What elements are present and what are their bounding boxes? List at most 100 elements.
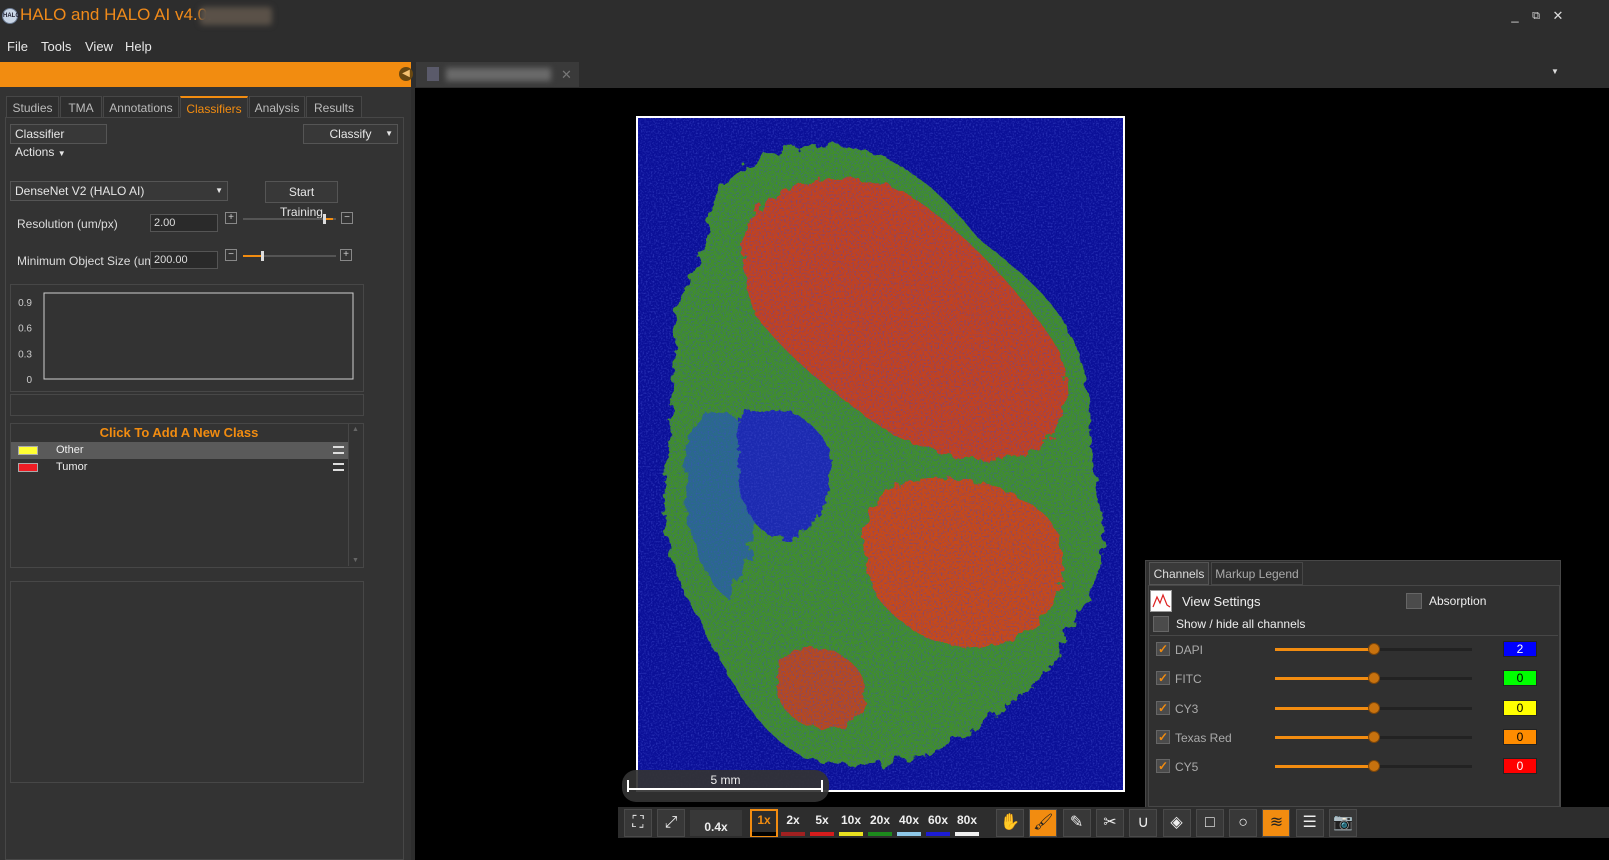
- channel-name: FITC: [1175, 672, 1202, 687]
- channel-checkbox[interactable]: ✓: [1156, 642, 1170, 656]
- drag-handle-icon[interactable]: [333, 446, 344, 454]
- channel-slider-handle[interactable]: [1368, 701, 1380, 714]
- channel-slider-fill: [1275, 765, 1374, 769]
- panel-header-bar: [0, 62, 411, 87]
- zoom-preset-60x[interactable]: 60x: [924, 813, 952, 827]
- tab-analysis[interactable]: Analysis: [249, 96, 305, 118]
- y-tick-label: 0.3: [18, 349, 32, 360]
- channel-name: Texas Red: [1175, 730, 1232, 745]
- channel-checkbox[interactable]: ✓: [1156, 671, 1170, 686]
- close-button[interactable]: ✕: [1547, 6, 1569, 26]
- class-name: Tumor: [56, 461, 88, 473]
- tissue-slide-image[interactable]: [636, 116, 1125, 792]
- min-object-slider-handle[interactable]: [261, 251, 264, 261]
- brush-icon[interactable]: 🖌: [1029, 809, 1058, 837]
- scroll-down-icon[interactable]: ▼: [352, 557, 359, 564]
- collapse-panel-icon[interactable]: ◀: [399, 67, 413, 81]
- close-tab-icon[interactable]: ✕: [561, 67, 572, 83]
- rectangle-icon[interactable]: □: [1195, 809, 1224, 837]
- channel-value-field[interactable]: 2: [1503, 641, 1537, 657]
- class-color-swatch[interactable]: [18, 463, 38, 472]
- zoom-preset-80x[interactable]: 80x: [953, 813, 981, 827]
- layers-icon[interactable]: ≋: [1262, 809, 1291, 837]
- circle-icon[interactable]: ○: [1229, 809, 1258, 837]
- chevron-down-icon: ▼: [385, 129, 393, 138]
- fit-screen-icon[interactable]: ⛶: [624, 809, 652, 837]
- class-color-swatch[interactable]: [18, 446, 38, 455]
- classify-dropdown[interactable]: Classify ▼: [303, 124, 398, 144]
- tab-markup-legend[interactable]: Markup Legend: [1211, 562, 1303, 585]
- min-object-slider-fill: [243, 255, 262, 257]
- tab-annotations[interactable]: Annotations: [103, 96, 179, 118]
- fullscreen-icon[interactable]: ⤢: [657, 809, 685, 837]
- classify-label: Classify: [329, 127, 372, 141]
- zoom-preset-10x[interactable]: 10x: [837, 813, 865, 827]
- class-list-scrollbar[interactable]: ▲ ▼: [348, 424, 363, 566]
- channel-checkbox[interactable]: ✓: [1156, 700, 1170, 715]
- magnet-icon[interactable]: ∪: [1129, 809, 1158, 837]
- channel-checkbox[interactable]: ✓: [1156, 759, 1170, 774]
- zoom-preset-color-bar: [868, 832, 892, 836]
- zoom-preset-40x[interactable]: 40x: [895, 813, 923, 827]
- zoom-level-display[interactable]: 0.4x: [690, 810, 742, 836]
- network-select[interactable]: DenseNet V2 (HALO AI) ▼: [10, 181, 228, 201]
- channel-name: CY5: [1175, 760, 1199, 775]
- redacted-version: [200, 7, 272, 25]
- halo-logo-icon: HALO: [2, 8, 20, 24]
- view-settings-label[interactable]: View Settings: [1182, 594, 1261, 609]
- min-object-minus-button[interactable]: −: [225, 249, 237, 261]
- chart-plot-area: [43, 292, 354, 380]
- zoom-preset-5x[interactable]: 5x: [808, 813, 836, 827]
- channel-value-field[interactable]: 0: [1503, 728, 1537, 745]
- class-row[interactable]: Other: [11, 442, 348, 459]
- pencil-icon[interactable]: ✎: [1062, 809, 1091, 837]
- image-thumbnail-icon: [427, 67, 439, 81]
- start-training-button[interactable]: Start Training: [265, 181, 338, 219]
- channel-value-field[interactable]: 0: [1503, 670, 1537, 687]
- channel-slider-handle[interactable]: [1368, 643, 1380, 655]
- resolution-slider-handle[interactable]: [323, 214, 326, 224]
- scroll-up-icon[interactable]: ▲: [352, 426, 359, 433]
- menu-tools[interactable]: Tools: [41, 39, 71, 54]
- minimize-button[interactable]: _: [1504, 6, 1526, 26]
- menu-file[interactable]: File: [7, 39, 28, 54]
- sliders-icon[interactable]: ☰: [1295, 809, 1324, 837]
- zoom-preset-2x[interactable]: 2x: [779, 813, 807, 827]
- channel-value-field[interactable]: 0: [1503, 758, 1537, 775]
- y-tick-label: 0.9: [18, 298, 32, 309]
- tab-channels[interactable]: Channels: [1149, 562, 1209, 585]
- channel-slider-handle[interactable]: [1368, 730, 1380, 743]
- min-object-plus-button[interactable]: +: [340, 249, 352, 261]
- histogram-icon[interactable]: [1150, 590, 1172, 612]
- class-row[interactable]: Tumor: [11, 459, 348, 476]
- menu-view[interactable]: View: [85, 39, 113, 54]
- scissors-icon[interactable]: ✂: [1095, 809, 1124, 837]
- min-object-size-input[interactable]: 200.00: [150, 251, 218, 269]
- classifier-actions-dropdown[interactable]: Classifier Actions ▼: [10, 124, 107, 159]
- zoom-preset-color-bar: [752, 832, 776, 836]
- tab-tma[interactable]: TMA: [60, 96, 102, 118]
- resolution-minus-button[interactable]: −: [341, 212, 353, 224]
- tab-results[interactable]: Results: [306, 96, 362, 118]
- pan-hand-icon[interactable]: ✋: [996, 809, 1024, 837]
- tab-studies[interactable]: Studies: [6, 96, 59, 118]
- fill-bucket-icon[interactable]: ◈: [1162, 809, 1191, 837]
- absorption-checkbox[interactable]: [1406, 593, 1422, 609]
- chart-footer-bar: [10, 394, 364, 416]
- channel-slider-fill: [1275, 677, 1374, 681]
- channel-checkbox[interactable]: ✓: [1156, 729, 1170, 744]
- resolution-plus-button[interactable]: +: [225, 212, 237, 224]
- chevron-down-icon: ▼: [215, 186, 223, 195]
- show-hide-all-checkbox[interactable]: [1153, 616, 1169, 632]
- add-new-class-button[interactable]: Click To Add A New Class: [10, 425, 348, 440]
- zoom-preset-1x[interactable]: 1x: [750, 813, 778, 827]
- menu-help[interactable]: Help: [125, 39, 152, 54]
- channel-value-field[interactable]: 0: [1503, 699, 1537, 716]
- restore-button[interactable]: ⧉: [1525, 6, 1547, 26]
- drag-handle-icon[interactable]: [333, 463, 344, 471]
- resolution-input[interactable]: 2.00: [150, 214, 218, 232]
- tabs-dropdown-icon[interactable]: ▼: [1551, 67, 1559, 76]
- zoom-preset-20x[interactable]: 20x: [866, 813, 894, 827]
- tab-classifiers[interactable]: Classifiers: [180, 96, 248, 118]
- camera-icon[interactable]: 📷: [1329, 809, 1357, 837]
